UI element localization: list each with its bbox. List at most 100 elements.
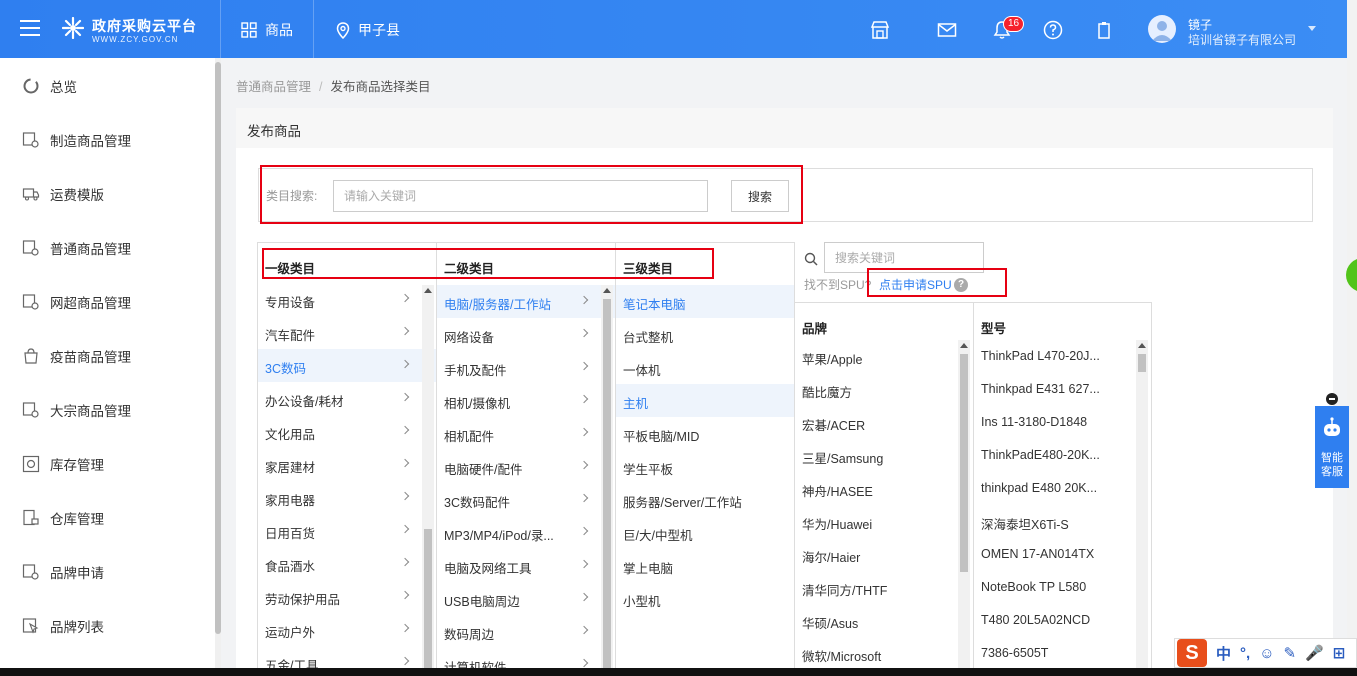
list-item[interactable]: 食品酒水: [258, 547, 436, 580]
table-row[interactable]: ThinkPadE480-20K...: [974, 439, 1151, 472]
table-row[interactable]: 三星/Samsung: [795, 439, 973, 472]
table-row[interactable]: 宏碁/ACER: [795, 406, 973, 439]
store-icon[interactable]: [870, 20, 890, 40]
list-item[interactable]: 电脑/服务器/工作站: [437, 285, 615, 318]
level1-scrollbar-thumb[interactable]: [424, 529, 432, 675]
ime-pen-icon[interactable]: ✎: [1284, 644, 1297, 662]
brand-scrollbar-thumb[interactable]: [960, 354, 968, 572]
sidebar-item-freight[interactable]: 运费模版: [22, 184, 104, 204]
table-row[interactable]: ThinkPad L470-20J...: [974, 340, 1151, 373]
list-item[interactable]: 汽车配件: [258, 316, 436, 349]
list-item[interactable]: USB电脑周边: [437, 582, 615, 615]
list-item[interactable]: 相机/摄像机: [437, 384, 615, 417]
ime-microphone-icon[interactable]: 🎤: [1305, 644, 1324, 662]
list-item[interactable]: 日用百货: [258, 514, 436, 547]
ime-emoji-icon[interactable]: ☺: [1259, 645, 1274, 662]
list-item[interactable]: 运动户外: [258, 613, 436, 646]
hamburger-menu-icon[interactable]: [20, 20, 40, 36]
nav-region[interactable]: 甲子县: [336, 20, 400, 40]
sidebar-item-brand-list[interactable]: 品牌列表: [22, 616, 104, 636]
sidebar-item-warehouse[interactable]: 仓库管理: [22, 508, 104, 528]
customer-service-widget[interactable]: 智能客服: [1315, 406, 1349, 488]
sidebar-item-overview[interactable]: 总览: [22, 76, 77, 96]
list-item[interactable]: MP3/MP4/iPod/录...: [437, 516, 615, 549]
table-row[interactable]: 华硕/Asus: [795, 604, 973, 637]
list-item[interactable]: 专用设备: [258, 283, 436, 316]
sidebar-item-mall-goods[interactable]: 网超商品管理: [22, 292, 131, 312]
table-row[interactable]: thinkpad E480 20K...: [974, 472, 1151, 505]
table-row[interactable]: 深海泰坦X6Ti-S: [974, 505, 1151, 538]
list-item[interactable]: 办公设备/耗材: [258, 382, 436, 415]
list-item[interactable]: 笔记本电脑: [616, 285, 794, 318]
list-item[interactable]: 掌上电脑: [616, 549, 794, 582]
list-item[interactable]: 小型机: [616, 582, 794, 615]
search-icon[interactable]: [804, 252, 818, 266]
list-item[interactable]: 网络设备: [437, 318, 615, 351]
table-row[interactable]: 微软/Microsoft: [795, 637, 973, 670]
list-item[interactable]: 服务器/Server/工作站: [616, 483, 794, 516]
scroll-up-icon[interactable]: [424, 288, 432, 293]
breadcrumb-parent[interactable]: 普通商品管理: [236, 80, 311, 94]
table-row[interactable]: 神舟/HASEE: [795, 472, 973, 505]
list-item[interactable]: 学生平板: [616, 450, 794, 483]
list-item[interactable]: 台式整机: [616, 318, 794, 351]
avatar[interactable]: [1148, 15, 1176, 43]
level1-scrollbar[interactable]: [422, 285, 434, 675]
table-row[interactable]: Thinkpad E431 627...: [974, 373, 1151, 406]
model-scrollbar[interactable]: [1136, 340, 1148, 675]
list-item[interactable]: 电脑及网络工具: [437, 549, 615, 582]
level2-scrollbar[interactable]: [601, 285, 613, 675]
table-row[interactable]: NoteBook TP L580: [974, 571, 1151, 604]
nav-goods[interactable]: 商品: [241, 20, 293, 40]
list-item[interactable]: 相机配件: [437, 417, 615, 450]
help-icon[interactable]: ?: [954, 278, 968, 292]
clipboard-icon[interactable]: [1094, 20, 1114, 40]
sidebar-item-inventory[interactable]: 库存管理: [22, 454, 104, 474]
table-row[interactable]: T480 20L5A02NCD: [974, 604, 1151, 637]
scroll-up-icon[interactable]: [1138, 343, 1146, 348]
scroll-up-icon[interactable]: [960, 343, 968, 348]
list-item[interactable]: 电脑硬件/配件: [437, 450, 615, 483]
ime-toolbox-icon[interactable]: ⊞: [1333, 644, 1346, 662]
close-icon[interactable]: [1326, 393, 1338, 405]
ime-punctuation-icon[interactable]: °,: [1240, 645, 1250, 662]
table-row[interactable]: 7386-6505T: [974, 637, 1151, 670]
chevron-down-icon[interactable]: [1308, 26, 1316, 31]
help-icon[interactable]: [1043, 20, 1063, 40]
category-search-input[interactable]: [333, 180, 708, 212]
list-item[interactable]: 一体机: [616, 351, 794, 384]
sidebar-scrollbar-thumb[interactable]: [215, 62, 221, 634]
list-item[interactable]: 3C数码: [258, 349, 436, 382]
table-row[interactable]: 苹果/Apple: [795, 340, 973, 373]
mail-icon[interactable]: [937, 20, 957, 40]
list-item[interactable]: 劳动保护用品: [258, 580, 436, 613]
table-row[interactable]: 清华同方/THTF: [795, 571, 973, 604]
search-button[interactable]: 搜索: [731, 180, 789, 212]
sidebar-item-manufacture[interactable]: 制造商品管理: [22, 130, 131, 150]
sogou-logo-icon[interactable]: S: [1177, 639, 1207, 667]
table-row[interactable]: 海尔/Haier: [795, 538, 973, 571]
table-row[interactable]: OMEN 17-AN014TX: [974, 538, 1151, 571]
spu-search-input[interactable]: [824, 242, 984, 273]
model-scrollbar-thumb[interactable]: [1138, 354, 1146, 372]
list-item[interactable]: 平板电脑/MID: [616, 417, 794, 450]
sidebar-item-brand-apply[interactable]: 品牌申请: [22, 562, 104, 582]
sidebar-item-bulk-goods[interactable]: 大宗商品管理: [22, 400, 131, 420]
table-row[interactable]: 华为/Huawei: [795, 505, 973, 538]
brand-scrollbar[interactable]: [958, 340, 970, 675]
list-item[interactable]: 3C数码配件: [437, 483, 615, 516]
table-row[interactable]: 酷比魔方: [795, 373, 973, 406]
list-item[interactable]: 数码周边: [437, 615, 615, 648]
list-item[interactable]: 家居建材: [258, 448, 436, 481]
list-item[interactable]: 文化用品: [258, 415, 436, 448]
list-item[interactable]: 家用电器: [258, 481, 436, 514]
sidebar-item-vaccine-goods[interactable]: 疫苗商品管理: [22, 346, 131, 366]
apply-spu-link[interactable]: 点击申请SPU: [879, 276, 952, 293]
ime-chinese-mode[interactable]: 中: [1216, 643, 1231, 664]
sidebar-item-normal-goods[interactable]: 普通商品管理: [22, 238, 131, 258]
scroll-up-icon[interactable]: [603, 288, 611, 293]
page-scrollbar[interactable]: [1347, 0, 1357, 676]
list-item[interactable]: 主机: [616, 384, 794, 417]
list-item[interactable]: 手机及配件: [437, 351, 615, 384]
table-row[interactable]: Ins 11-3180-D1848: [974, 406, 1151, 439]
